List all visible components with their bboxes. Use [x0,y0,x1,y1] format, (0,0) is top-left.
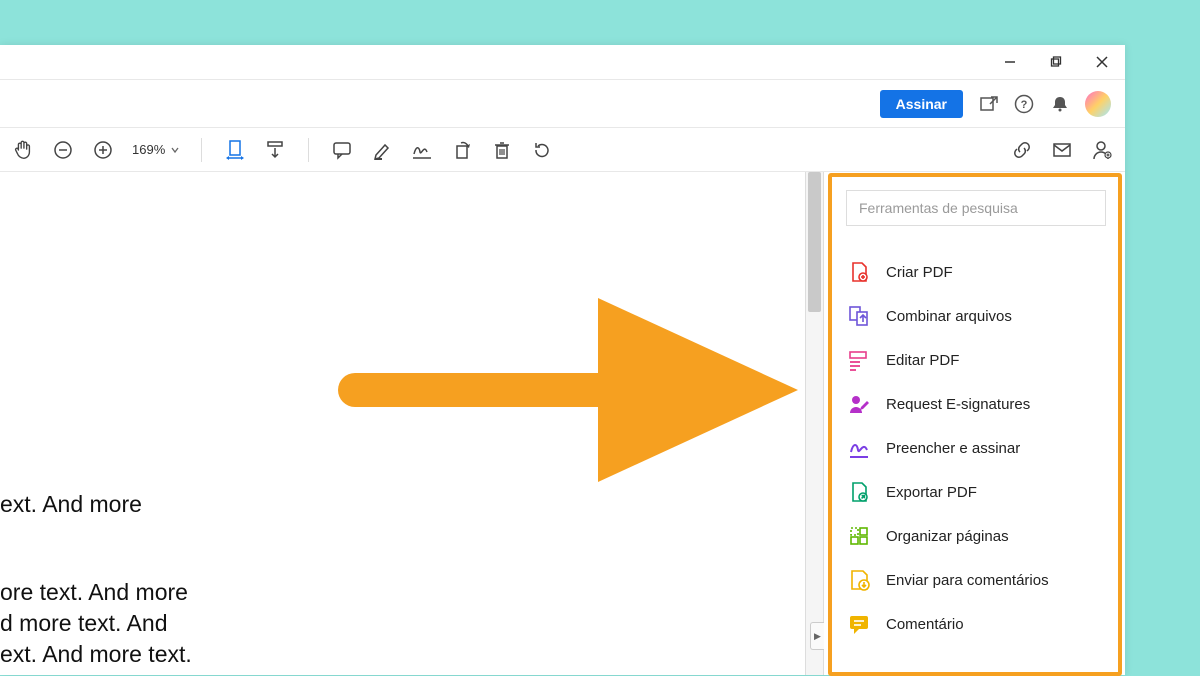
app-window: Assinar ? 169% [0,45,1125,675]
tool-item-create-pdf[interactable]: Criar PDF [848,250,1111,294]
separator [201,138,202,162]
tool-item-request-sign[interactable]: Request E-signatures [848,382,1111,426]
export-pdf-icon [848,481,870,503]
search-placeholder: Ferramentas de pesquisa [859,200,1018,216]
main-area: ext. And more ore text. And more d more … [0,172,1125,675]
tool-label: Organizar páginas [886,528,1009,545]
add-user-icon[interactable] [1091,139,1113,161]
organize-icon [848,525,870,547]
close-icon [1096,56,1108,68]
redo-icon[interactable] [531,139,553,161]
tool-label: Combinar arquivos [886,308,1012,325]
tool-label: Enviar para comentários [886,572,1049,589]
document-text: ext. And more text. [0,639,192,670]
window-minimize-button[interactable] [987,45,1033,80]
zoom-value: 169% [132,142,165,157]
sign-tool-icon[interactable] [411,139,433,161]
tool-label: Preencher e assinar [886,440,1020,457]
comment-icon [848,613,870,635]
combine-icon [848,305,870,327]
tools-search-input[interactable]: Ferramentas de pesquisa [846,190,1106,226]
tool-item-comment[interactable]: Comentário [848,602,1111,646]
sign-in-button[interactable]: Assinar [880,90,963,118]
tool-item-export-pdf[interactable]: Exportar PDF [848,470,1111,514]
comment-tool-icon[interactable] [331,139,353,161]
tool-item-edit-pdf[interactable]: Editar PDF [848,338,1111,382]
window-maximize-button[interactable] [1033,45,1079,80]
collapse-panel-button[interactable]: ▶ [810,622,824,650]
tool-label: Criar PDF [886,264,953,281]
request-sign-icon [848,393,870,415]
hand-tool-icon[interactable] [12,139,34,161]
email-icon[interactable] [1051,139,1073,161]
tools-sidepanel: ▶ Ferramentas de pesquisa Criar PDFCombi… [823,172,1125,675]
send-comments-icon [848,569,870,591]
fill-sign-icon [848,437,870,459]
user-avatar[interactable] [1085,91,1111,117]
highlight-tool-icon[interactable] [371,139,393,161]
rotate-tool-icon[interactable] [451,139,473,161]
zoom-in-icon[interactable] [92,139,114,161]
vertical-scrollbar[interactable] [805,172,823,675]
tool-label: Request E-signatures [886,396,1030,413]
tool-label: Comentário [886,616,964,633]
help-icon[interactable]: ? [1013,93,1035,115]
link-icon[interactable] [1011,139,1033,161]
tool-item-organize[interactable]: Organizar páginas [848,514,1111,558]
share-icon[interactable] [977,93,999,115]
zoom-out-icon[interactable] [52,139,74,161]
chevron-down-icon [171,146,179,154]
scroll-thumb[interactable] [808,172,821,312]
tool-item-send-comments[interactable]: Enviar para comentários [848,558,1111,602]
document-text: d more text. And [0,608,167,639]
zoom-level-selector[interactable]: 169% [132,142,179,157]
top-toolbar: Assinar ? [0,80,1125,128]
main-toolbar: 169% [0,128,1125,172]
maximize-icon [1050,56,1062,68]
separator [308,138,309,162]
window-titlebar [0,45,1125,80]
bell-icon[interactable] [1049,93,1071,115]
tool-label: Editar PDF [886,352,959,369]
document-viewport[interactable]: ext. And more ore text. And more d more … [0,172,805,675]
tool-item-fill-sign[interactable]: Preencher e assinar [848,426,1111,470]
fit-page-icon[interactable] [264,139,286,161]
document-text: ore text. And more [0,577,188,608]
create-pdf-icon [848,261,870,283]
tool-label: Exportar PDF [886,484,977,501]
svg-text:?: ? [1021,99,1028,111]
fit-width-icon[interactable] [224,139,246,161]
edit-pdf-icon [848,349,870,371]
delete-tool-icon[interactable] [491,139,513,161]
document-text: ext. And more [0,489,142,520]
tool-item-combine[interactable]: Combinar arquivos [848,294,1111,338]
minimize-icon [1004,56,1016,68]
window-close-button[interactable] [1079,45,1125,80]
